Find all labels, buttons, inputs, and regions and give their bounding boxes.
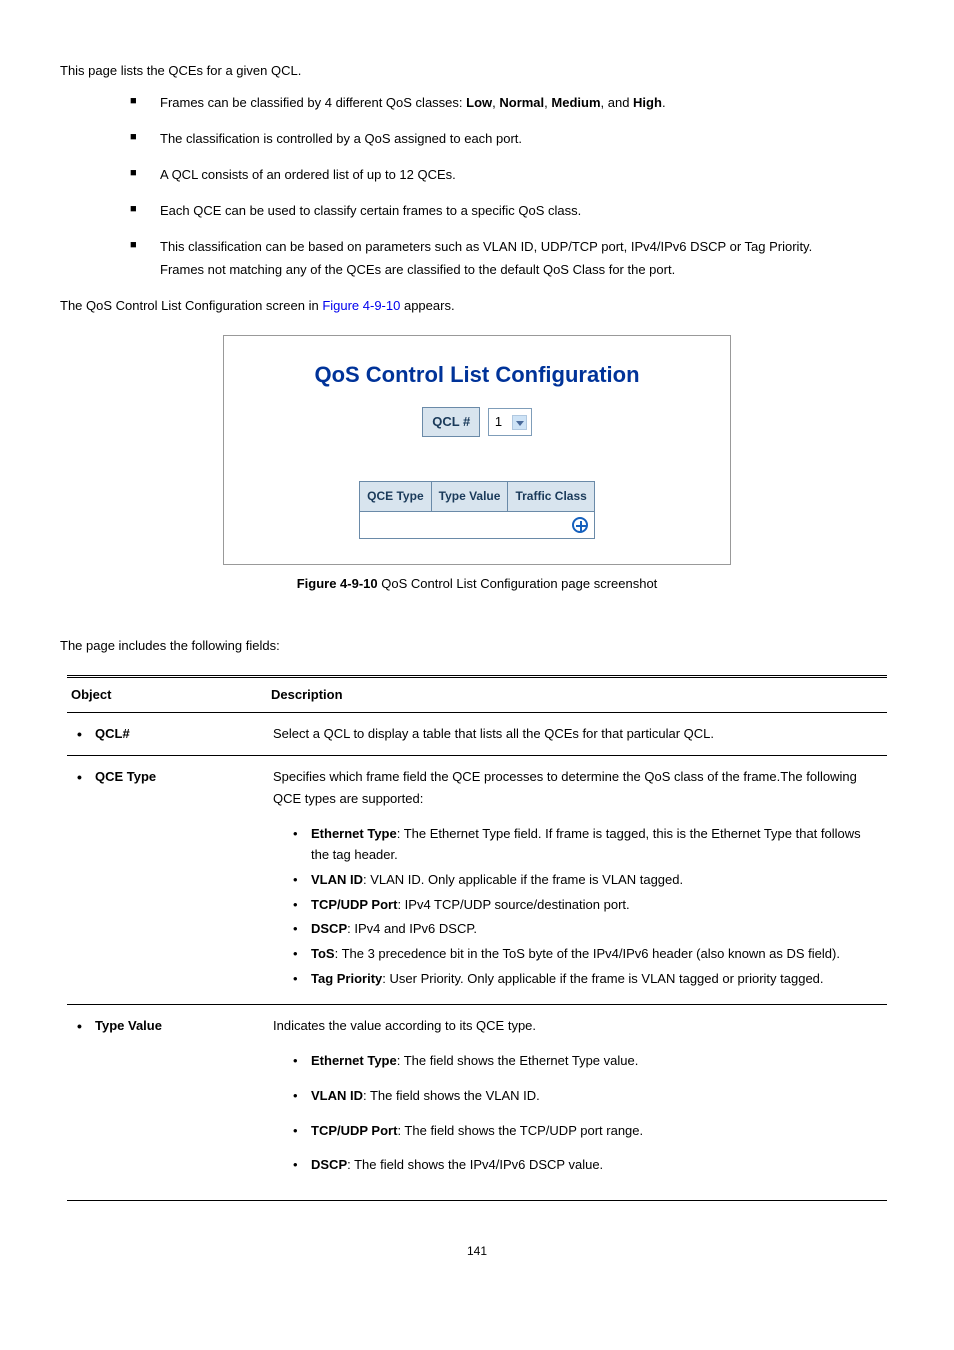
figure-lead-in: The QoS Control List Configuration scree… <box>60 295 894 317</box>
qce-table: QCE Type Type Value Traffic Class <box>359 481 595 538</box>
list-item: TCP/UDP Port: IPv4 TCP/UDP source/destin… <box>293 895 881 916</box>
term: TCP/UDP Port <box>311 897 397 912</box>
class-normal: Normal <box>499 95 544 110</box>
def: : The field shows the Ethernet Type valu… <box>397 1053 639 1068</box>
list-item: Frames can be classified by 4 different … <box>130 92 894 114</box>
list-item: The classification is controlled by a Qo… <box>130 128 894 150</box>
object-type-value: Type Value <box>73 1015 261 1037</box>
figure-link: Figure 4-9-10 <box>322 298 400 313</box>
def: : The field shows the IPv4/IPv6 DSCP val… <box>347 1157 603 1172</box>
col-traffic-class: Traffic Class <box>508 482 594 511</box>
add-row-cell <box>360 511 595 538</box>
list-item: This classification can be based on para… <box>130 236 894 280</box>
fields-intro: The page includes the following fields: <box>60 635 894 657</box>
intro-text: This page lists the QCEs for a given QCL… <box>60 60 894 82</box>
page-number: 141 <box>60 1241 894 1261</box>
sep: , and <box>601 95 634 110</box>
list-item: DSCP: The field shows the IPv4/IPv6 DSCP… <box>293 1155 881 1176</box>
figure-container: QoS Control List Configuration QCL # 1 Q… <box>60 335 894 565</box>
list-item: VLAN ID: VLAN ID. Only applicable if the… <box>293 870 881 891</box>
figure-border: QoS Control List Configuration QCL # 1 Q… <box>223 335 730 565</box>
def: : IPv4 TCP/UDP source/destination port. <box>397 897 629 912</box>
col-qce-type: QCE Type <box>360 482 431 511</box>
object-qcl: QCL# <box>73 723 261 745</box>
col-type-value: Type Value <box>431 482 508 511</box>
fields-table: Object Description QCL# Select a QCL to … <box>67 675 887 1201</box>
list-item: DSCP: IPv4 and IPv6 DSCP. <box>293 919 881 940</box>
header-description: Description <box>267 676 887 712</box>
text: appears. <box>400 298 454 313</box>
caption-prefix: Figure 4-9-10 <box>297 576 382 591</box>
term: Tag Priority <box>311 971 382 986</box>
text: Frames not matching any of the QCEs are … <box>160 262 675 277</box>
text: Select a QCL to display a table that lis… <box>273 723 881 745</box>
qcl-select-value: 1 <box>495 414 502 429</box>
sep: . <box>662 95 666 110</box>
list-item: Ethernet Type: The Ethernet Type field. … <box>293 824 881 866</box>
term: DSCP <box>311 921 347 936</box>
list-item: ToS: The 3 precedence bit in the ToS byt… <box>293 944 881 965</box>
term: ToS <box>311 946 335 961</box>
type-value-list: Ethernet Type: The field shows the Ether… <box>273 1051 881 1176</box>
class-medium: Medium <box>551 95 600 110</box>
term: DSCP <box>311 1157 347 1172</box>
term: VLAN ID <box>311 872 363 887</box>
table-header: Object Description <box>67 676 887 712</box>
term: VLAN ID <box>311 1088 363 1103</box>
desc-qce-type: Specifies which frame field the QCE proc… <box>267 756 887 1005</box>
text: Specifies which frame field the QCE proc… <box>273 766 881 810</box>
add-qce-icon[interactable] <box>572 517 588 533</box>
desc-qcl: Select a QCL to display a table that lis… <box>267 713 887 756</box>
def: : The field shows the VLAN ID. <box>363 1088 540 1103</box>
list-item: Tag Priority: User Priority. Only applic… <box>293 969 881 990</box>
qce-type-list: Ethernet Type: The Ethernet Type field. … <box>273 824 881 990</box>
figure-title: QoS Control List Configuration <box>314 356 639 393</box>
list-item: VLAN ID: The field shows the VLAN ID. <box>293 1086 881 1107</box>
def: : The field shows the TCP/UDP port range… <box>397 1123 643 1138</box>
def: : The 3 precedence bit in the ToS byte o… <box>335 946 840 961</box>
def: : IPv4 and IPv6 DSCP. <box>347 921 477 936</box>
figure-caption: Figure 4-9-10 QoS Control List Configura… <box>60 573 894 595</box>
list-item: Each QCE can be used to classify certain… <box>130 200 894 222</box>
class-low: Low <box>466 95 492 110</box>
text: Frames can be classified by 4 different … <box>160 95 466 110</box>
qcl-selector-row: QCL # 1 <box>314 407 639 437</box>
term: TCP/UDP Port <box>311 1123 397 1138</box>
list-item: Ethernet Type: The field shows the Ether… <box>293 1051 881 1072</box>
feature-list: Frames can be classified by 4 different … <box>60 92 894 281</box>
table-row: Type Value Indicates the value according… <box>67 1004 887 1200</box>
table-row: QCE Type Specifies which frame field the… <box>67 756 887 1005</box>
term: Ethernet Type <box>311 1053 397 1068</box>
list-item: TCP/UDP Port: The field shows the TCP/UD… <box>293 1121 881 1142</box>
def: : User Priority. Only applicable if the … <box>382 971 823 986</box>
object-qce-type: QCE Type <box>73 766 261 788</box>
list-item: A QCL consists of an ordered list of up … <box>130 164 894 186</box>
text: Indicates the value according to its QCE… <box>273 1015 881 1037</box>
desc-type-value: Indicates the value according to its QCE… <box>267 1004 887 1200</box>
qcl-select[interactable]: 1 <box>488 408 532 436</box>
chevron-down-icon <box>512 415 527 430</box>
term: Ethernet Type <box>311 826 397 841</box>
caption-text: QoS Control List Configuration page scre… <box>381 576 657 591</box>
def: : VLAN ID. Only applicable if the frame … <box>363 872 683 887</box>
class-high: High <box>633 95 662 110</box>
qcl-label: QCL # <box>422 407 480 437</box>
header-object: Object <box>67 676 267 712</box>
table-row: QCL# Select a QCL to display a table tha… <box>67 713 887 756</box>
text: This classification can be based on para… <box>160 239 812 254</box>
text: The QoS Control List Configuration scree… <box>60 298 322 313</box>
